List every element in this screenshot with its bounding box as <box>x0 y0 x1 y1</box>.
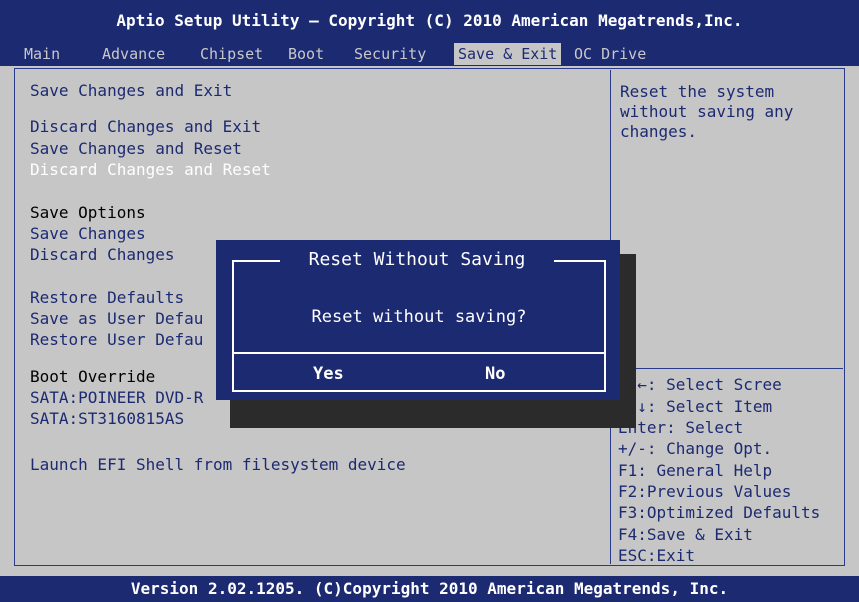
reset-dialog: Reset Without Saving Reset without savin… <box>216 240 620 400</box>
legend-select-item: ↑ ↓: Select Item <box>618 397 773 416</box>
help-divider <box>611 368 843 369</box>
legend-select-screen: → ←: Select Scree <box>618 375 782 394</box>
restore-user-defaults-item[interactable]: Restore User Defau <box>30 329 203 350</box>
save-options-header: Save Options <box>30 203 146 222</box>
legend-esc: ESC:Exit <box>618 546 696 565</box>
tab-oc-drive[interactable]: OC Drive <box>570 43 650 65</box>
discard-changes-item[interactable]: Discard Changes <box>30 244 175 265</box>
discard-changes-and-reset-item[interactable]: Discard Changes and Reset <box>30 159 271 180</box>
save-changes-and-exit-item[interactable]: Save Changes and Exit <box>30 80 232 101</box>
help-text: Reset the system without saving any chan… <box>620 82 794 141</box>
legend-f4: F4:Save & Exit <box>618 525 753 544</box>
boot-override-header: Boot Override <box>30 367 156 386</box>
launch-efi-shell-item[interactable]: Launch EFI Shell from filesystem device <box>30 454 406 475</box>
tab-advance[interactable]: Advance <box>98 43 169 65</box>
save-changes-item[interactable]: Save Changes <box>30 223 146 244</box>
dialog-title: Reset Without Saving <box>308 249 526 270</box>
tab-boot[interactable]: Boot <box>284 43 328 65</box>
boot-option-hdd[interactable]: SATA:ST3160815AS <box>30 408 184 429</box>
dialog-border <box>232 260 280 262</box>
dialog-separator <box>232 352 606 354</box>
yes-button[interactable]: Yes <box>313 362 344 386</box>
save-changes-and-reset-item[interactable]: Save Changes and Reset <box>30 138 242 159</box>
legend-f3: F3:Optimized Defaults <box>618 503 821 522</box>
no-button[interactable]: No <box>485 362 505 386</box>
version-footer: Version 2.02.1205. (C)Copyright 2010 Ame… <box>0 576 859 602</box>
boot-option-dvd[interactable]: SATA:POINEER DVD-R <box>30 387 203 408</box>
legend-f1: F1: General Help <box>618 461 773 480</box>
dialog-border <box>554 260 606 262</box>
dialog-border <box>232 390 606 392</box>
dialog-message: Reset without saving? <box>311 307 527 327</box>
tab-security[interactable]: Security <box>350 43 430 65</box>
tab-chipset[interactable]: Chipset <box>196 43 267 65</box>
legend-enter-select: Enter: Select <box>618 418 744 437</box>
title-bar: Aptio Setup Utility – Copyright (C) 2010… <box>0 0 859 42</box>
legend-change-opt: +/-: Change Opt. <box>618 439 773 458</box>
restore-defaults-item[interactable]: Restore Defaults <box>30 287 184 308</box>
tab-save-exit[interactable]: Save & Exit <box>454 43 562 65</box>
tab-main[interactable]: Main <box>20 43 64 65</box>
menu-bar: Main Advance Chipset Boot Security Save … <box>0 42 859 66</box>
save-as-user-defaults-item[interactable]: Save as User Defau <box>30 308 203 329</box>
legend-f2: F2:Previous Values <box>618 482 792 501</box>
discard-changes-and-exit-item[interactable]: Discard Changes and Exit <box>30 116 261 137</box>
